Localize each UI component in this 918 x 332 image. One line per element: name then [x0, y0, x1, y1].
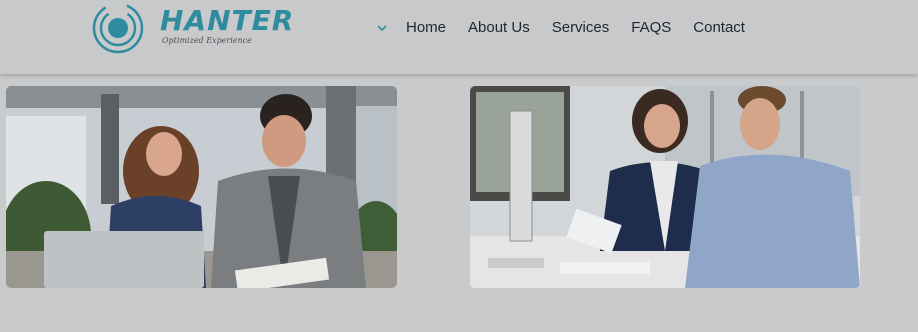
brand-tagline: Optimized Experience: [162, 36, 252, 45]
site-header: HANTER Optimized Experience Home About U…: [0, 0, 918, 74]
nav-home[interactable]: Home: [406, 18, 446, 38]
logo-swirl-icon: [92, 2, 144, 54]
nav-about-us[interactable]: About Us: [468, 18, 530, 38]
photo-business-meeting-right: [470, 86, 860, 288]
brand-name: HANTER: [160, 4, 295, 37]
nav-services[interactable]: Services: [552, 18, 610, 38]
logo[interactable]: HANTER Optimized Experience: [90, 0, 330, 60]
chevron-down-icon[interactable]: [376, 22, 388, 34]
main-nav: Home About Us Services FAQS Contact: [376, 18, 767, 38]
photo-business-meeting-left: [6, 86, 397, 288]
nav-contact[interactable]: Contact: [693, 18, 745, 38]
nav-faqs[interactable]: FAQS: [631, 18, 671, 38]
